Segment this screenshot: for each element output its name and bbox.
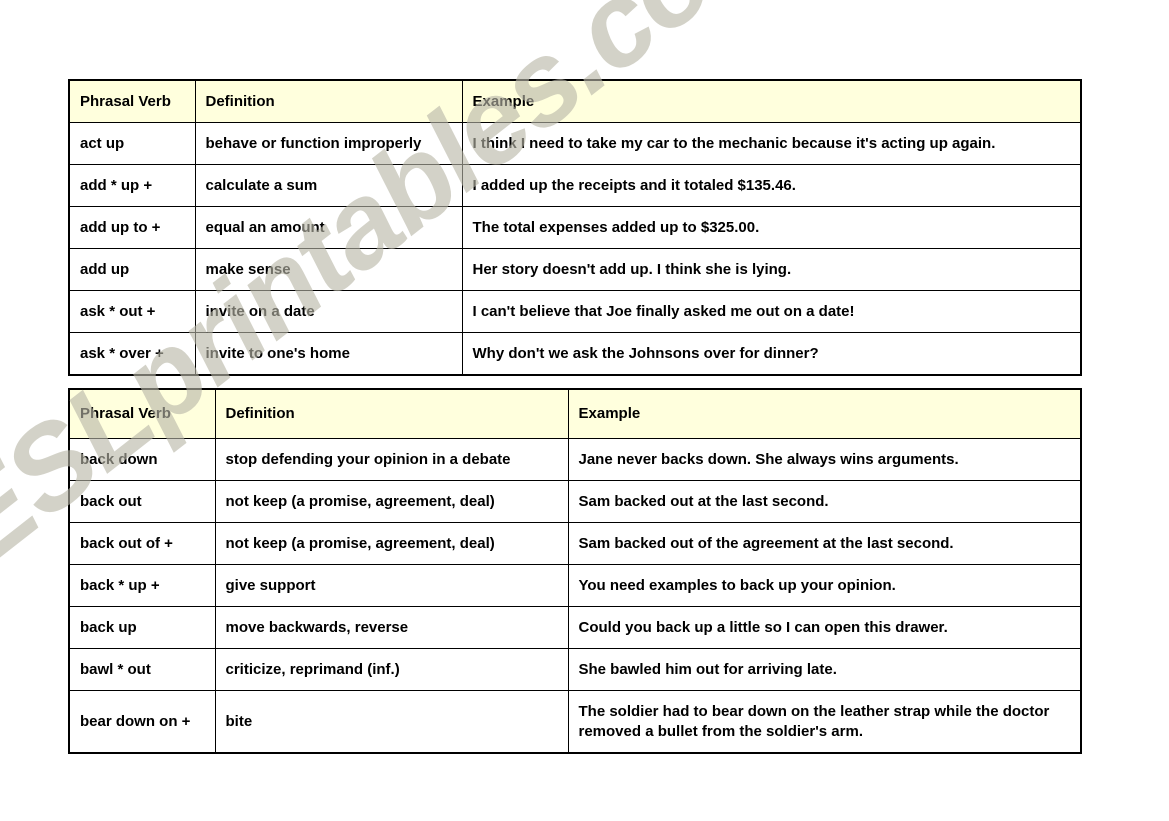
- cell-phrasal-verb: add * up +: [68, 164, 196, 207]
- table-row: ask * out + invite on a date I can't bel…: [68, 290, 1082, 333]
- cell-phrasal-verb: back down: [68, 438, 216, 481]
- cell-example: The soldier had to bear down on the leat…: [567, 690, 1082, 754]
- column-header-definition: Definition: [214, 388, 569, 439]
- table-1-header: Phrasal Verb Definition Example: [68, 79, 1082, 123]
- table-row: back down stop defending your opinion in…: [68, 438, 1082, 481]
- cell-example: Why don't we ask the Johnsons over for d…: [461, 332, 1082, 376]
- cell-definition: behave or function improperly: [194, 122, 463, 165]
- cell-definition: move backwards, reverse: [214, 606, 569, 649]
- cell-phrasal-verb: bawl * out: [68, 648, 216, 691]
- table-2-header: Phrasal Verb Definition Example: [68, 388, 1082, 439]
- table-row: add up to + equal an amount The total ex…: [68, 206, 1082, 249]
- table-2-body: back down stop defending your opinion in…: [68, 438, 1082, 754]
- table-row: back up move backwards, reverse Could yo…: [68, 606, 1082, 649]
- cell-example: I added up the receipts and it totaled $…: [461, 164, 1082, 207]
- cell-phrasal-verb: add up: [68, 248, 196, 291]
- cell-phrasal-verb: back up: [68, 606, 216, 649]
- column-header-example: Example: [461, 79, 1082, 123]
- cell-example: Sam backed out of the agreement at the l…: [567, 522, 1082, 565]
- cell-example: I can't believe that Joe finally asked m…: [461, 290, 1082, 333]
- column-header-phrasal-verb: Phrasal Verb: [68, 79, 196, 123]
- cell-definition: make sense: [194, 248, 463, 291]
- worksheet-page: Phrasal Verb Definition Example act up b…: [0, 0, 1169, 821]
- table-row: add up make sense Her story doesn't add …: [68, 248, 1082, 291]
- cell-phrasal-verb: ask * over +: [68, 332, 196, 376]
- cell-definition: bite: [214, 690, 569, 754]
- cell-example: Jane never backs down. She always wins a…: [567, 438, 1082, 481]
- cell-example: Could you back up a little so I can open…: [567, 606, 1082, 649]
- table-row: back out of + not keep (a promise, agree…: [68, 522, 1082, 565]
- table-header-row: Phrasal Verb Definition Example: [68, 79, 1082, 123]
- cell-example: The total expenses added up to $325.00.: [461, 206, 1082, 249]
- cell-definition: not keep (a promise, agreement, deal): [214, 522, 569, 565]
- cell-phrasal-verb: back * up +: [68, 564, 216, 607]
- cell-definition: give support: [214, 564, 569, 607]
- table-row: back * up + give support You need exampl…: [68, 564, 1082, 607]
- cell-example: She bawled him out for arriving late.: [567, 648, 1082, 691]
- cell-definition: not keep (a promise, agreement, deal): [214, 480, 569, 523]
- cell-definition: criticize, reprimand (inf.): [214, 648, 569, 691]
- cell-example: Her story doesn't add up. I think she is…: [461, 248, 1082, 291]
- cell-definition: stop defending your opinion in a debate: [214, 438, 569, 481]
- cell-definition: calculate a sum: [194, 164, 463, 207]
- cell-definition: invite on a date: [194, 290, 463, 333]
- table-row: bear down on + bite The soldier had to b…: [68, 690, 1082, 754]
- cell-phrasal-verb: act up: [68, 122, 196, 165]
- cell-definition: invite to one's home: [194, 332, 463, 376]
- table-row: add * up + calculate a sum I added up th…: [68, 164, 1082, 207]
- cell-phrasal-verb: add up to +: [68, 206, 196, 249]
- cell-example: Sam backed out at the last second.: [567, 480, 1082, 523]
- cell-example: You need examples to back up your opinio…: [567, 564, 1082, 607]
- column-header-example: Example: [567, 388, 1082, 439]
- phrasal-verb-table-2: Phrasal Verb Definition Example back dow…: [68, 388, 1082, 754]
- table-header-row: Phrasal Verb Definition Example: [68, 388, 1082, 439]
- cell-definition: equal an amount: [194, 206, 463, 249]
- cell-example: I think I need to take my car to the mec…: [461, 122, 1082, 165]
- table-row: ask * over + invite to one's home Why do…: [68, 332, 1082, 376]
- table-row: back out not keep (a promise, agreement,…: [68, 480, 1082, 523]
- cell-phrasal-verb: back out of +: [68, 522, 216, 565]
- column-header-phrasal-verb: Phrasal Verb: [68, 388, 216, 439]
- cell-phrasal-verb: back out: [68, 480, 216, 523]
- table-1-body: act up behave or function improperly I t…: [68, 122, 1082, 376]
- column-header-definition: Definition: [194, 79, 463, 123]
- phrasal-verb-table-1: Phrasal Verb Definition Example act up b…: [68, 79, 1082, 376]
- cell-phrasal-verb: ask * out +: [68, 290, 196, 333]
- table-row: act up behave or function improperly I t…: [68, 122, 1082, 165]
- cell-phrasal-verb: bear down on +: [68, 690, 216, 754]
- table-row: bawl * out criticize, reprimand (inf.) S…: [68, 648, 1082, 691]
